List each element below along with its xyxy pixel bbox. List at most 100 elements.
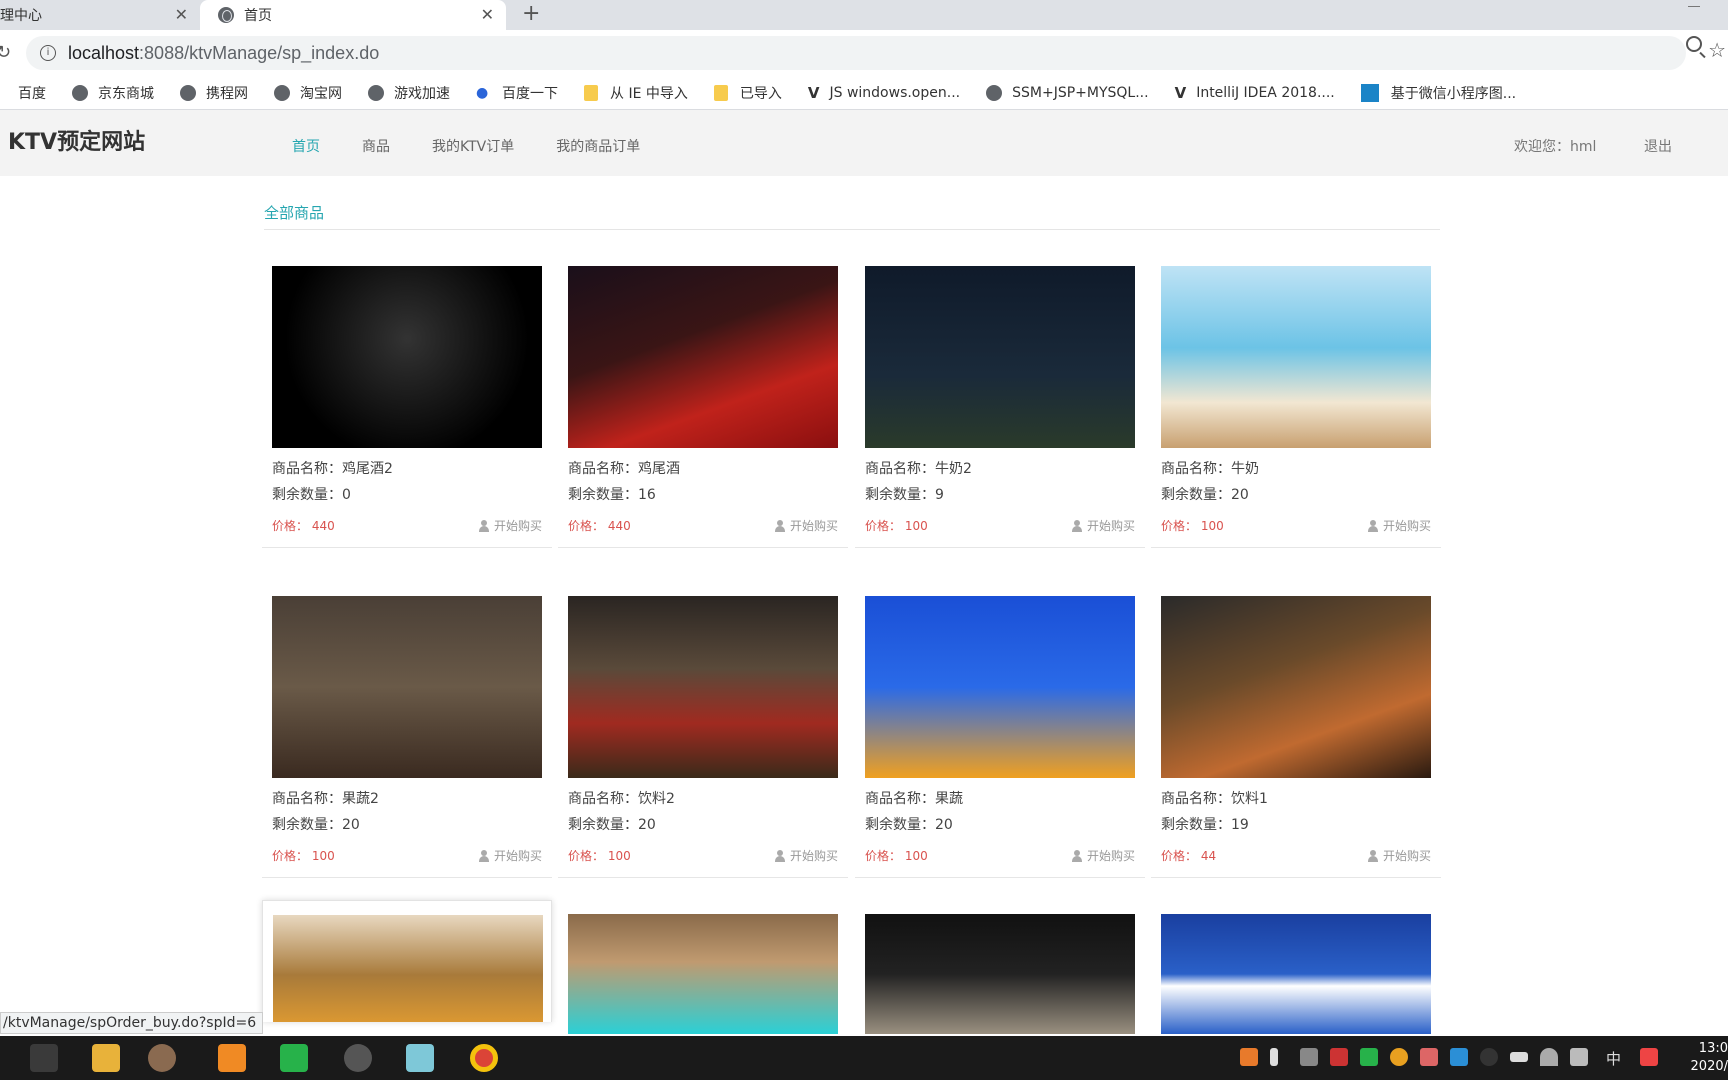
- tab-inactive[interactable]: 理中心 ✕: [0, 0, 200, 30]
- file-explorer-icon[interactable]: [92, 1044, 120, 1072]
- volume-icon[interactable]: [1570, 1048, 1588, 1066]
- product-card[interactable]: [558, 914, 848, 1036]
- app-cyan-icon[interactable]: [406, 1044, 434, 1072]
- tab-active[interactable]: 首页 ✕: [200, 0, 506, 30]
- nav-products[interactable]: 商品: [362, 136, 390, 156]
- bookmark-item[interactable]: SSM+JSP+MYSQL...: [986, 84, 1149, 101]
- avatar-app-icon[interactable]: [148, 1044, 176, 1072]
- product-image[interactable]: [1161, 266, 1431, 448]
- iqiyi-tray-icon[interactable]: [1360, 1048, 1378, 1066]
- url-input[interactable]: i localhost:8088/ktvManage/sp_index.do: [26, 36, 1686, 70]
- buy-button[interactable]: 开始购买: [478, 517, 542, 534]
- buy-button[interactable]: 开始购买: [1367, 847, 1431, 864]
- buy-label: 开始购买: [789, 849, 838, 863]
- product-image[interactable]: [272, 596, 542, 778]
- settings-icon[interactable]: [344, 1044, 372, 1072]
- buy-button[interactable]: 开始购买: [1071, 517, 1135, 534]
- product-image[interactable]: [568, 914, 838, 1034]
- nav-product-orders[interactable]: 我的商品订单: [556, 136, 640, 156]
- bookmark-item[interactable]: 游戏加速: [368, 83, 450, 103]
- tab-label: 首页: [244, 8, 272, 24]
- battery-icon[interactable]: [1510, 1052, 1528, 1062]
- product-name: 商品名称：鸡尾酒: [568, 461, 680, 477]
- new-tab-button[interactable]: +: [522, 0, 540, 30]
- shield-icon[interactable]: [1330, 1048, 1348, 1066]
- reload-icon[interactable]: ↻: [0, 42, 11, 63]
- buy-label: 开始购买: [1086, 519, 1135, 533]
- search-tray-icon[interactable]: [1390, 1048, 1408, 1066]
- bookmark-item[interactable]: ● 百度一下: [476, 83, 558, 103]
- app-orange-icon[interactable]: [218, 1044, 246, 1072]
- store-icon[interactable]: [30, 1044, 58, 1072]
- buy-button[interactable]: 开始购买: [774, 517, 838, 534]
- bookmark-item[interactable]: 已导入: [713, 83, 782, 103]
- nav-home[interactable]: 首页: [292, 136, 320, 156]
- product-image[interactable]: [865, 596, 1135, 778]
- logout-link[interactable]: 退出: [1644, 136, 1672, 156]
- site-navbar: KTV预定网站 首页 商品 我的KTV订单 我的商品订单 欢迎您：hml 退出: [0, 110, 1728, 176]
- tray-icon[interactable]: [1300, 1048, 1318, 1066]
- info-icon[interactable]: i: [40, 45, 56, 61]
- product-card[interactable]: [1151, 914, 1441, 1036]
- buy-button[interactable]: 开始购买: [1071, 847, 1135, 864]
- close-icon[interactable]: ✕: [175, 5, 188, 24]
- taskbar: 中 13:0 2020/: [0, 1036, 1728, 1080]
- sogou-icon[interactable]: [1640, 1048, 1658, 1066]
- user-icon: [1071, 519, 1083, 532]
- bookmark-item[interactable]: V IntelliJ IDEA 2018....: [1175, 84, 1335, 102]
- globe-icon: [72, 84, 88, 101]
- product-price: 价格： 440: [272, 519, 335, 533]
- site-brand[interactable]: KTV预定网站: [8, 124, 145, 156]
- product-card[interactable]: 商品名称：鸡尾酒2 剩余数量：0 价格： 440 开始购买: [262, 266, 552, 548]
- bookmark-item[interactable]: 从 IE 中导入: [584, 83, 688, 103]
- globe-icon: [180, 84, 196, 101]
- product-card[interactable]: 商品名称：饮料2 剩余数量：20 价格： 100 开始购买: [558, 596, 848, 878]
- tray-icon[interactable]: [1240, 1048, 1258, 1066]
- buy-button[interactable]: 开始购买: [478, 847, 542, 864]
- buy-button[interactable]: 开始购买: [1367, 517, 1431, 534]
- chrome-icon[interactable]: [470, 1044, 498, 1072]
- product-image[interactable]: [865, 914, 1135, 1034]
- security-icon[interactable]: [1450, 1048, 1468, 1066]
- ime-indicator[interactable]: 中: [1606, 1048, 1621, 1069]
- product-card[interactable]: 商品名称：牛奶 剩余数量：20 价格： 100 开始购买: [1151, 266, 1441, 548]
- zoom-icon[interactable]: [1686, 36, 1702, 52]
- product-card[interactable]: 商品名称：鸡尾酒 剩余数量：16 价格： 440 开始购买: [558, 266, 848, 548]
- product-card[interactable]: 商品名称：饮料1 剩余数量：19 价格： 44 开始购买: [1151, 596, 1441, 878]
- bookmark-item[interactable]: 携程网: [180, 83, 248, 103]
- product-price: 价格： 100: [568, 849, 631, 863]
- buy-button[interactable]: 开始购买: [774, 847, 838, 864]
- bookmark-item[interactable]: 淘宝网: [274, 83, 342, 103]
- globe-icon: [274, 84, 290, 101]
- product-card[interactable]: 商品名称：牛奶2 剩余数量：9 价格： 100 开始购买: [855, 266, 1145, 548]
- close-icon[interactable]: ✕: [481, 5, 494, 24]
- product-image[interactable]: [272, 266, 542, 448]
- bookmark-item[interactable]: 基于微信小程序图...: [1360, 83, 1516, 103]
- product-card[interactable]: 商品名称：果蔬 剩余数量：20 价格： 100 开始购买: [855, 596, 1145, 878]
- microphone-icon[interactable]: [1270, 1048, 1278, 1066]
- star-icon[interactable]: ☆: [1708, 38, 1726, 62]
- bookmark-item[interactable]: 百度: [0, 83, 46, 103]
- iqiyi-icon[interactable]: [280, 1044, 308, 1072]
- product-quantity: 剩余数量：16: [568, 487, 656, 503]
- product-quantity: 剩余数量：20: [568, 817, 656, 833]
- product-image[interactable]: [568, 596, 838, 778]
- product-image[interactable]: [273, 915, 543, 1022]
- bookmark-item[interactable]: V JS windows.open...: [808, 84, 960, 102]
- product-card[interactable]: 商品名称：果蔬2 剩余数量：20 价格： 100 开始购买: [262, 596, 552, 878]
- wifi-icon[interactable]: [1540, 1048, 1558, 1066]
- tray-icon[interactable]: [1420, 1048, 1438, 1066]
- product-image[interactable]: [1161, 914, 1431, 1034]
- product-card[interactable]: [262, 900, 552, 1022]
- product-quantity: 剩余数量：19: [1161, 817, 1249, 833]
- bookmark-item[interactable]: 京东商城: [72, 83, 154, 103]
- minimize-icon[interactable]: [1688, 6, 1700, 7]
- product-image[interactable]: [568, 266, 838, 448]
- nav-ktv-orders[interactable]: 我的KTV订单: [432, 136, 514, 156]
- product-image[interactable]: [1161, 596, 1431, 778]
- clock[interactable]: 13:0 2020/: [1691, 1040, 1728, 1076]
- product-card[interactable]: [855, 914, 1145, 1036]
- product-image[interactable]: [865, 266, 1135, 448]
- qq-icon[interactable]: [1480, 1048, 1498, 1066]
- buy-label: 开始购买: [1382, 519, 1431, 533]
